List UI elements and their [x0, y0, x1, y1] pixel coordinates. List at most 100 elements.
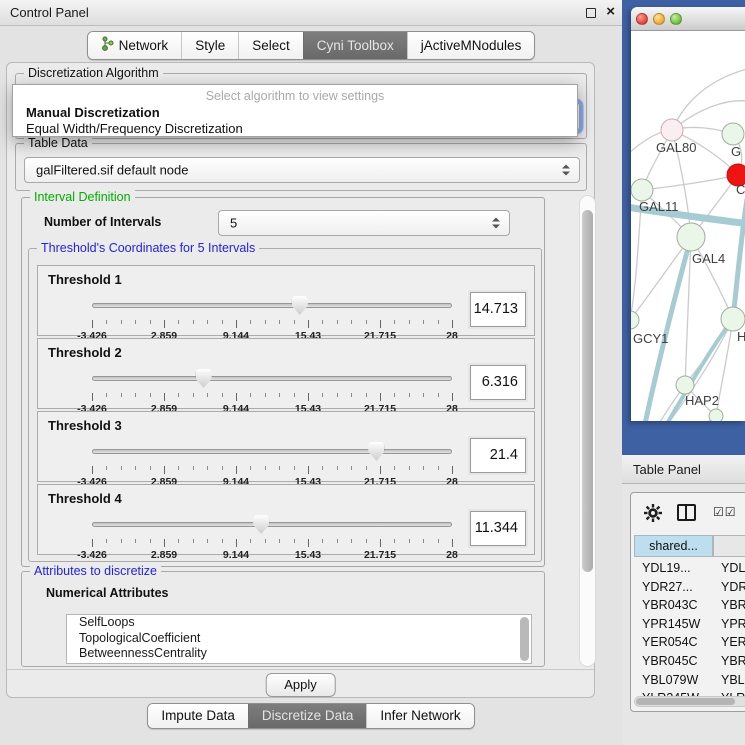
table-row[interactable]: YPR145WYPR1 [631, 615, 745, 634]
threshold-slider[interactable]: -3.4262.8599.14415.4321.71528 [92, 513, 452, 553]
node-gal80[interactable] [661, 119, 683, 141]
float-window-icon[interactable] [586, 8, 596, 18]
minor-tick [121, 320, 122, 324]
minor-tick [409, 393, 410, 397]
table-row[interactable]: YDL19...YDL1 [631, 559, 745, 578]
numerical-attributes-list[interactable]: SelfLoopsTopologicalCoefficientBetweenne… [66, 614, 532, 664]
network-view-window[interactable]: GAL80GCGAL11GAL4GCY1HHAP2 [631, 7, 745, 421]
slider-thumb[interactable] [368, 442, 384, 461]
slider-track[interactable] [92, 449, 452, 454]
table-row[interactable]: YER054CYER0 [631, 633, 745, 652]
node-hap2[interactable] [676, 376, 694, 394]
node-gal4[interactable] [677, 223, 705, 251]
slider-track[interactable] [92, 376, 452, 381]
threshold-2-box: Threshold 2 -3.4262.8599.14415.4321.71528… [37, 338, 535, 409]
number-of-intervals-value: 5 [230, 216, 237, 231]
apply-button[interactable]: Apply [265, 673, 336, 697]
table-row[interactable]: YBR045CYBR0 [631, 652, 745, 671]
attribute-list-item[interactable]: TopologicalCoefficient [67, 631, 531, 647]
gear-icon[interactable] [643, 503, 663, 523]
algorithm-item-manual[interactable]: Manual Discretization [13, 103, 577, 120]
slider-track[interactable] [92, 522, 452, 527]
table-row[interactable]: YBR043CYBR0 [631, 596, 745, 615]
node-gal11[interactable] [631, 179, 653, 201]
threshold-slider[interactable]: -3.4262.8599.14415.4321.71528 [92, 294, 452, 334]
right-region: GAL80GCGAL11GAL4GCY1HHAP2 Table Panel [622, 0, 745, 745]
tab-network[interactable]: Network [88, 32, 182, 59]
network-edge[interactable] [642, 175, 738, 190]
table-horizontal-scrollbar[interactable] [634, 696, 745, 707]
interval-definition-group: Interval Definition Number of Intervals … [21, 197, 545, 567]
panel-scrollbar-thumb[interactable] [582, 210, 593, 572]
table-row[interactable]: YIL052CYIL0 [631, 708, 745, 712]
attribute-list-item[interactable]: SelfLoops [67, 615, 531, 631]
threshold-value-field[interactable]: 21.4 [470, 438, 526, 473]
tab-discretize-data[interactable]: Discretize Data [248, 704, 367, 728]
minor-tick [438, 466, 439, 470]
close-traffic-light-icon[interactable] [636, 13, 648, 25]
threshold-label: Threshold 2 [48, 345, 122, 360]
algorithm-placeholder-item[interactable]: Select algorithm to view settings [13, 85, 577, 103]
network-edge[interactable] [672, 69, 745, 130]
threshold-slider[interactable]: -3.4262.8599.14415.4321.71528 [92, 440, 452, 480]
threshold-value-field[interactable]: 14.713 [470, 292, 526, 327]
tab-jactivemnodules[interactable]: jActiveMNodules [407, 32, 535, 59]
table-panel-body: ☑☑ shared... na YDL19...YDL1YDR27...YDR2… [622, 484, 745, 745]
major-tick [308, 393, 309, 401]
slider-thumb[interactable] [292, 296, 308, 315]
minor-tick [265, 466, 266, 470]
panel-scrollbar[interactable] [579, 195, 596, 667]
bottom-tab-control: Impute DataDiscretize DataInfer Network [147, 703, 474, 729]
column-header-shared[interactable]: shared... [634, 535, 713, 557]
major-tick [380, 539, 381, 547]
close-icon[interactable]: × [606, 3, 615, 20]
slider-track[interactable] [92, 303, 452, 308]
attribute-list-scrollbar[interactable] [520, 617, 529, 661]
table-data-combobox[interactable]: galFiltered.sif default node [24, 157, 580, 183]
number-of-intervals-combobox[interactable]: 5 [218, 210, 510, 236]
major-tick [164, 320, 165, 328]
threshold-slider[interactable]: -3.4262.8599.14415.4321.71528 [92, 367, 452, 407]
minimize-traffic-light-icon[interactable] [653, 13, 665, 25]
attribute-list-item[interactable]: BetweennessCentrality [67, 646, 531, 662]
tab-select[interactable]: Select [238, 32, 303, 59]
slider-thumb[interactable] [253, 515, 269, 534]
node-label: G [731, 144, 741, 159]
table-row[interactable]: YDR27...YDR2 [631, 578, 745, 597]
minor-tick [135, 393, 136, 397]
tab-impute-data[interactable]: Impute Data [148, 704, 248, 728]
tab-infer-network[interactable]: Infer Network [366, 704, 473, 728]
zoom-traffic-light-icon[interactable] [670, 13, 682, 25]
threshold-value-field[interactable]: 6.316 [470, 365, 526, 400]
node-g[interactable] [722, 123, 744, 145]
minor-tick [250, 393, 251, 397]
minor-tick [178, 539, 179, 543]
node-label: GAL4 [692, 251, 725, 266]
cell-shared-name: YBR045C [642, 652, 698, 671]
node-small[interactable] [709, 409, 723, 421]
algorithm-item-equal-width[interactable]: Equal Width/Frequency Discretization [13, 120, 577, 136]
minor-tick [337, 393, 338, 397]
minor-tick [351, 393, 352, 397]
minor-tick [222, 393, 223, 397]
minor-tick [438, 539, 439, 543]
node-h[interactable] [721, 307, 745, 331]
threshold-value-field[interactable]: 11.344 [470, 511, 526, 546]
minor-tick [351, 320, 352, 324]
table-row[interactable]: YBL079WYBL0 [631, 671, 745, 690]
algorithm-dropdown-popup: Select algorithm to view settings Manual… [12, 84, 578, 137]
checkbox-icons[interactable]: ☑☑ [713, 505, 737, 519]
tab-cyni-toolbox[interactable]: Cyni Toolbox [303, 32, 407, 59]
threshold-1-box: Threshold 1-3.4262.8599.14415.4321.71528… [37, 265, 535, 336]
slider-thumb[interactable] [196, 369, 212, 388]
node-gcy1[interactable] [631, 311, 639, 329]
minor-tick [394, 320, 395, 324]
network-canvas[interactable]: GAL80GCGAL11GAL4GCY1HHAP2 [631, 31, 745, 421]
threshold-4-box: Threshold 4-3.4262.8599.14415.4321.71528… [37, 484, 535, 555]
minor-tick [250, 466, 251, 470]
column-layout-icon[interactable] [677, 504, 696, 521]
tab-style[interactable]: Style [181, 32, 238, 59]
table-hscrollbar-thumb[interactable] [636, 698, 735, 705]
network-edge-highlighted[interactable] [733, 199, 745, 319]
column-header-name[interactable]: na [713, 535, 745, 557]
